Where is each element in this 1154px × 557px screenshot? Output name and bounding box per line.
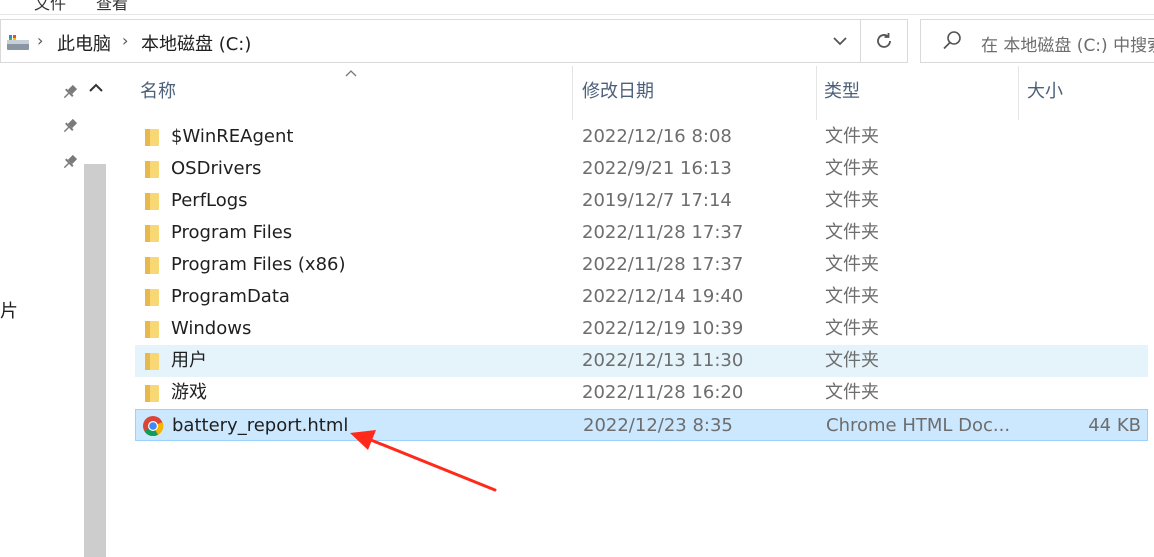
file-modified-date: 2022/12/13 11:30 [582,350,744,371]
file-modified-date: 2022/12/19 10:39 [582,318,744,339]
file-type: Chrome HTML Doc... [826,415,1011,436]
breadcrumb-chevron-icon[interactable]: › [122,31,128,50]
ribbon-tab-view[interactable]: 查看 [96,0,128,14]
breadcrumb-chevron-icon[interactable]: › [37,31,43,50]
folder-icon [145,225,159,242]
file-type: 文件夹 [825,382,879,403]
table-row[interactable]: 用户 2022/12/13 11:30 文件夹 [135,345,1148,377]
file-modified-date: 2022/12/16 8:08 [582,126,732,147]
file-type: 文件夹 [825,286,879,307]
nav-scrollbar-thumb[interactable] [84,164,106,557]
refresh-icon [877,33,891,48]
file-name: Windows [171,318,252,339]
table-row[interactable]: $WinREAgent 2022/12/16 8:08 文件夹 [135,121,1148,153]
file-name: ProgramData [171,286,290,307]
annotation-arrow [350,430,497,492]
table-row[interactable]: battery_report.html 2022/12/23 8:35 Chrome… [135,409,1148,441]
refresh-button[interactable] [860,19,908,63]
pin-icon[interactable] [60,82,80,102]
table-row[interactable]: Program Files 2022/11/28 17:37 文件夹 [135,217,1148,249]
folder-icon [145,289,159,306]
file-name: Program Files [171,222,293,243]
search-box[interactable]: 在 本地磁盘 (C:) 中搜索 [920,19,1154,63]
folder-icon [145,385,159,402]
file-type: 文件夹 [825,318,879,339]
folder-icon [145,321,159,338]
file-size: 44 KB [1088,415,1141,436]
pin-icon[interactable] [60,116,80,136]
file-name: battery_report.html [172,415,349,436]
file-modified-date: 2022/12/14 19:40 [582,286,744,307]
file-modified-date: 2022/11/28 17:37 [582,222,744,243]
file-type: 文件夹 [825,254,879,275]
drive-icon [7,35,29,50]
chevron-down-icon[interactable] [829,30,851,52]
ribbon-tab-file[interactable]: 文件 [34,0,66,14]
search-icon [943,31,961,50]
folder-icon [145,193,159,210]
file-type: 文件夹 [825,350,879,371]
address-bar[interactable]: › 此电脑 › 本地磁盘 (C:) [0,19,861,63]
file-type: 文件夹 [825,190,879,211]
column-header-date[interactable]: 修改日期 [577,66,817,120]
table-row[interactable]: OSDrivers 2022/9/21 16:13 文件夹 [135,153,1148,185]
file-name: PerfLogs [171,190,248,211]
file-name: 游戏 [171,382,207,403]
ribbon-strip: 文件 查看 [0,0,1154,15]
breadcrumb-this-pc[interactable]: 此电脑 [57,30,111,56]
table-row[interactable]: Program Files (x86) 2022/11/28 17:37 文件夹 [135,249,1148,281]
file-name: OSDrivers [171,158,262,179]
file-modified-date: 2022/9/21 16:13 [582,158,732,179]
folder-icon [145,353,159,370]
file-type: 文件夹 [825,126,879,147]
breadcrumb-local-disk[interactable]: 本地磁盘 (C:) [141,30,251,56]
file-modified-date: 2022/11/28 17:37 [582,254,744,275]
column-header-size[interactable]: 大小 [1022,66,1154,120]
file-name: $WinREAgent [171,126,294,147]
file-type: 文件夹 [825,222,879,243]
nav-item-label-partial[interactable]: 片 [0,297,18,323]
table-row[interactable]: Windows 2022/12/19 10:39 文件夹 [135,313,1148,345]
pin-icon[interactable] [60,152,80,172]
file-modified-date: 2019/12/7 17:14 [582,190,732,211]
table-row[interactable]: 游戏 2022/11/28 16:20 文件夹 [135,377,1148,409]
table-row[interactable]: PerfLogs 2019/12/7 17:14 文件夹 [135,185,1148,217]
chrome-icon [143,416,164,437]
folder-icon [145,129,159,146]
file-name: 用户 [171,350,207,371]
navigation-pane: 片 [0,64,108,557]
table-row[interactable]: ProgramData 2022/12/14 19:40 文件夹 [135,281,1148,313]
file-modified-date: 2022/12/23 8:35 [583,415,733,436]
file-name: Program Files (x86) [171,254,346,275]
file-modified-date: 2022/11/28 16:20 [582,382,744,403]
column-header-type[interactable]: 类型 [819,66,1019,120]
search-placeholder: 在 本地磁盘 (C:) 中搜索 [981,36,1154,56]
folder-icon [145,257,159,274]
scroll-up-icon[interactable] [86,78,106,98]
column-header-name[interactable]: 名称 [135,66,573,120]
file-type: 文件夹 [825,158,879,179]
folder-icon [145,161,159,178]
